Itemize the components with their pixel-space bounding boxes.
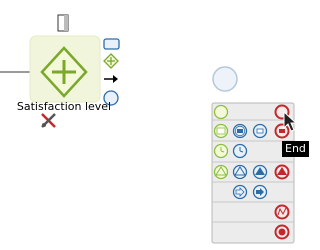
gateway-icon[interactable] <box>103 53 119 69</box>
tooltip: End <box>282 141 309 157</box>
timer-start-icon[interactable] <box>213 143 229 159</box>
signal-throw-icon[interactable] <box>252 164 268 180</box>
message-start-icon[interactable] <box>213 123 229 139</box>
start-event-icon[interactable] <box>213 104 229 120</box>
link-throw-icon[interactable] <box>252 184 268 200</box>
link-catch-icon[interactable] <box>232 184 248 200</box>
dragged-event-icon[interactable] <box>212 66 238 92</box>
error-end-icon[interactable] <box>274 204 290 220</box>
gateway-label[interactable]: Satisfaction level <box>14 100 114 113</box>
message-end-icon[interactable] <box>274 123 290 139</box>
message-catch-icon[interactable] <box>232 123 248 139</box>
wrench-icon[interactable] <box>41 113 56 128</box>
annotation-icon[interactable] <box>57 14 69 32</box>
message-intermediate-icon[interactable] <box>252 123 268 139</box>
timer-intermediate-icon[interactable] <box>232 143 248 159</box>
diagram-canvas[interactable] <box>0 0 311 250</box>
signal-catch-icon[interactable] <box>232 164 248 180</box>
signal-end-icon[interactable] <box>274 164 290 180</box>
event-palette <box>211 102 295 244</box>
signal-start-icon[interactable] <box>213 164 229 180</box>
context-pad <box>103 38 120 106</box>
task-icon[interactable] <box>103 38 120 50</box>
connect-arrow-icon[interactable] <box>104 75 118 83</box>
terminate-end-icon[interactable] <box>274 224 290 240</box>
parallel-gateway[interactable] <box>29 35 101 103</box>
